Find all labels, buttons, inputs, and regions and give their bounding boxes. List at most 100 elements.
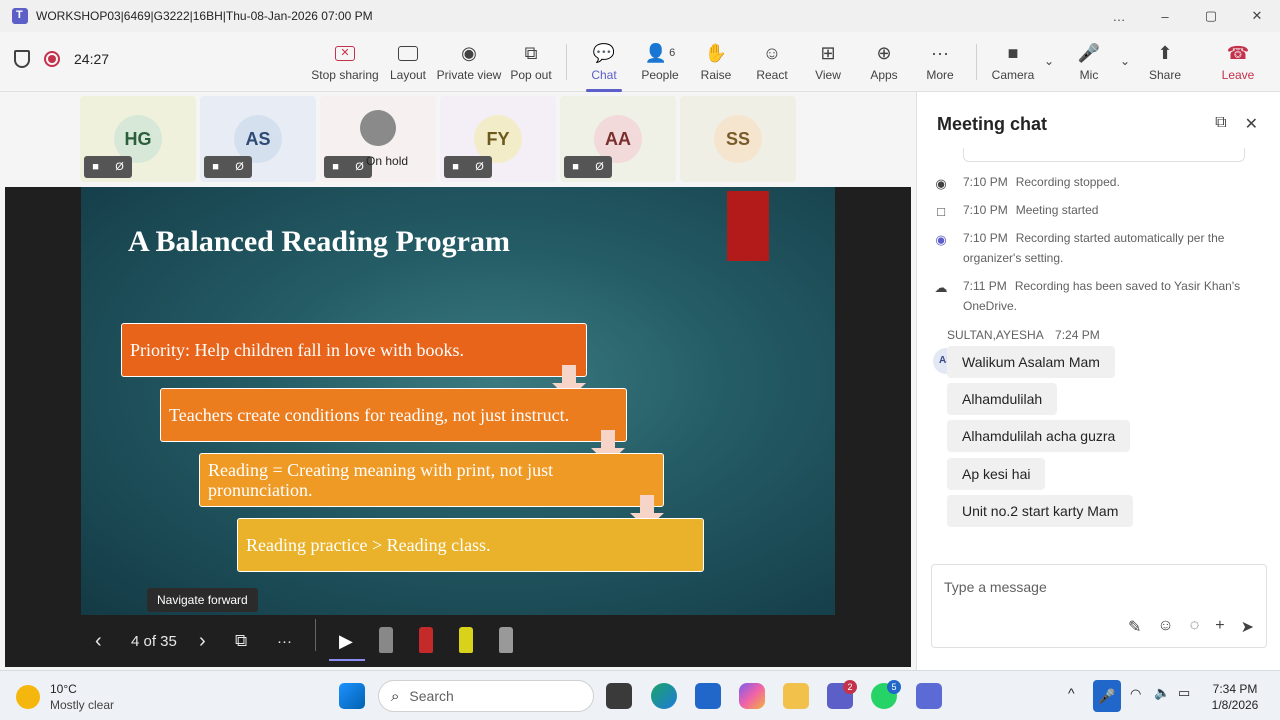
teams-classic-icon[interactable] xyxy=(916,683,942,709)
meeting-toolbar: 24:27 ✕ Stop sharing Layout ◉ Private vi… xyxy=(0,32,1280,92)
slide-step-text: Reading practice > Reading class. xyxy=(246,535,491,555)
shield-icon[interactable] xyxy=(14,50,30,68)
share-button[interactable]: ⬆ Share xyxy=(1130,40,1200,83)
chat-message[interactable]: Alhamdulilah acha guzra xyxy=(947,420,1131,452)
toolbar-divider xyxy=(976,44,977,80)
chat-event: ◉ 7:10 PM Recording started automatically… xyxy=(933,228,1263,268)
minimize-icon[interactable]: – xyxy=(1142,9,1188,24)
windows-start-icon[interactable] xyxy=(339,683,365,709)
close-chat-icon[interactable]: ✕ xyxy=(1245,114,1258,134)
clock-date: 1/8/2026 xyxy=(1211,698,1259,712)
camera-mic-off-status: ■ Ø xyxy=(564,156,612,178)
camera-button[interactable]: ■ Camera xyxy=(978,40,1048,83)
next-slide-icon[interactable]: › xyxy=(199,630,206,653)
pointer-tool-icon[interactable]: ▶ xyxy=(339,631,353,652)
mic-muted-icon: Ø xyxy=(235,161,244,173)
more-button[interactable]: ··· More xyxy=(905,40,975,83)
stop-sharing-button[interactable]: ✕ Stop sharing xyxy=(310,40,380,82)
weather-widget[interactable]: 10°C Mostly clear xyxy=(16,681,114,713)
close-window-icon[interactable]: ✕ xyxy=(1234,8,1280,24)
clock-time: 7:34 PM xyxy=(1212,682,1258,696)
on-hold-status: On hold xyxy=(366,154,409,168)
windows-taskbar: 10°C Mostly clear ⌕ Search 2 5 ^ 🎤 ◠ 🔈 ▭… xyxy=(0,670,1280,720)
copilot-icon[interactable] xyxy=(739,683,765,709)
participant-tile[interactable]: HG ■ Ø xyxy=(80,96,196,182)
eraser-tool-icon[interactable] xyxy=(379,627,393,653)
presentation-slide: A Balanced Reading Program Priority: Hel… xyxy=(81,187,835,615)
private-view-button[interactable]: ◉ Private view xyxy=(434,40,504,83)
event-time: 7:10 PM xyxy=(963,231,1008,245)
restore-icon[interactable]: ▢ xyxy=(1188,8,1234,24)
pink-eraser-tool-icon[interactable] xyxy=(499,627,513,653)
layout-button[interactable]: Layout xyxy=(373,40,443,82)
camera-options-chevron-icon[interactable]: ⌄ xyxy=(1044,54,1054,68)
highlighter-tool-icon[interactable] xyxy=(459,627,473,653)
layout-icon xyxy=(398,45,418,61)
participant-tile[interactable]: AS ■ Ø xyxy=(200,96,316,182)
speaker-icon[interactable]: 🔈 xyxy=(1154,685,1170,701)
message-sender-line: SULTAN,AYESHA 7:24 PM xyxy=(947,328,1100,342)
loop-icon[interactable]: ◌ xyxy=(1190,617,1200,637)
participant-tile[interactable]: ■ Ø On hold xyxy=(320,96,436,182)
system-clock[interactable]: 7:34 PM 1/8/2026 xyxy=(1200,681,1270,713)
search-label: Search xyxy=(409,688,454,704)
chat-message[interactable]: Ap kesi hai xyxy=(947,458,1046,490)
task-view-icon[interactable] xyxy=(606,683,632,709)
event-time: 7:10 PM xyxy=(963,203,1008,217)
camera-mic-off-status: ■ Ø xyxy=(324,156,372,178)
title-bar: WORKSHOP03|6469|G3222|16BH|Thu-08-Jan-20… xyxy=(0,0,1280,32)
camera-off-icon: ■ xyxy=(572,161,579,173)
cloud-saved-icon: ☁ xyxy=(934,280,948,295)
message-compose-box[interactable]: Type a message ✎ ☺ ◌ + ➤ xyxy=(931,564,1267,648)
microsoft-store-icon[interactable] xyxy=(695,683,721,709)
toolbar-divider xyxy=(566,44,567,80)
more-options-icon[interactable]: … xyxy=(1096,9,1142,24)
event-time: 7:10 PM xyxy=(963,175,1008,189)
share-label: Share xyxy=(1148,68,1182,82)
file-explorer-icon[interactable] xyxy=(783,683,809,709)
previous-slide-icon[interactable]: ‹ xyxy=(95,630,102,653)
edge-browser-icon[interactable] xyxy=(651,683,677,709)
mic-options-chevron-icon[interactable]: ⌄ xyxy=(1120,54,1130,68)
microphone-in-use-icon[interactable]: 🎤 xyxy=(1093,680,1121,712)
pop-out-button[interactable]: ⧉ Pop out xyxy=(496,40,566,83)
camera-off-icon: ■ xyxy=(332,161,339,173)
recording-icon[interactable] xyxy=(44,51,60,67)
leave-button[interactable]: ☎ Leave xyxy=(1203,40,1273,83)
red-pen-tool-icon[interactable] xyxy=(419,627,433,653)
weather-temp: 10°C xyxy=(50,682,77,696)
compose-placeholder[interactable]: Type a message xyxy=(944,579,1047,595)
chat-message[interactable]: Unit no.2 start karty Mam xyxy=(947,495,1134,527)
slide-step-1: Priority: Help children fall in love wit… xyxy=(121,323,587,377)
taskbar-search[interactable]: ⌕ Search xyxy=(378,680,594,712)
meeting-timer: 24:27 xyxy=(74,51,110,67)
screen-share-area: A Balanced Reading Program Priority: Hel… xyxy=(5,187,911,667)
participant-tile[interactable]: AA ■ Ø xyxy=(560,96,676,182)
show-hidden-icons-chevron-icon[interactable]: ^ xyxy=(1068,685,1075,701)
camera-off-icon: ■ xyxy=(92,161,99,173)
mic-button[interactable]: 🎤 Mic xyxy=(1054,40,1124,83)
mic-muted-icon: Ø xyxy=(595,161,604,173)
participant-tile[interactable]: SS xyxy=(680,96,796,182)
react-label: React xyxy=(756,68,788,82)
stop-sharing-label: Stop sharing xyxy=(311,68,379,82)
send-icon[interactable]: ➤ xyxy=(1241,617,1254,637)
window-controls: … – ▢ ✕ xyxy=(1096,0,1280,32)
camera-label: Camera xyxy=(991,68,1035,82)
slide-navigation-bar: ‹ 4 of 35 › ⧉ ··· ▶ xyxy=(81,615,835,667)
pop-out-chat-icon[interactable]: ⧉ xyxy=(1215,114,1226,134)
people-label: People xyxy=(641,68,679,82)
slide-grid-icon[interactable]: ⧉ xyxy=(235,631,247,651)
recording-started-icon: ◉ xyxy=(935,232,947,247)
more-slide-options-icon[interactable]: ··· xyxy=(277,633,292,650)
person-placeholder-icon xyxy=(360,110,396,146)
chat-message[interactable]: Walikum Asalam Mam xyxy=(947,346,1115,378)
attach-plus-icon[interactable]: + xyxy=(1215,617,1224,637)
format-icon[interactable]: ✎ xyxy=(1128,617,1141,637)
wifi-icon[interactable]: ◠ xyxy=(1130,686,1141,702)
emoji-icon[interactable]: ☺ xyxy=(1157,617,1173,637)
participant-tile[interactable]: FY ■ Ø xyxy=(440,96,556,182)
battery-icon[interactable]: ▭ xyxy=(1178,685,1190,701)
camera-off-icon: ■ xyxy=(1007,42,1019,63)
chat-message[interactable]: Alhamdulilah xyxy=(947,383,1058,415)
